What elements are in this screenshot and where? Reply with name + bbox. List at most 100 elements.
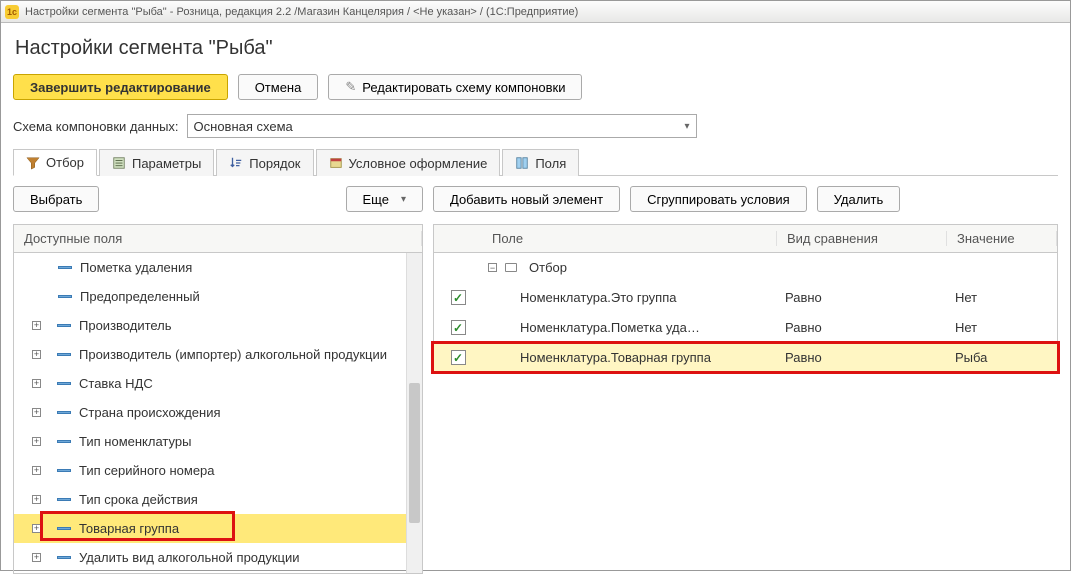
delete-button[interactable]: Удалить <box>817 186 901 212</box>
tab-order[interactable]: Порядок <box>216 149 313 176</box>
filter-icon <box>26 156 40 170</box>
field-label: Страна происхождения <box>79 405 221 420</box>
tabs: Отбор Параметры Порядок Условное оформле… <box>13 148 1058 176</box>
dropdown-icon: ▾ <box>685 121 690 132</box>
field-label: Предопределенный <box>80 289 200 304</box>
scrollbar-thumb[interactable] <box>409 383 420 523</box>
field-icon <box>57 469 71 472</box>
field-label: Производитель <box>79 318 172 333</box>
condition-group-row[interactable]: − Отбор <box>434 253 1057 283</box>
expand-icon[interactable]: + <box>32 350 41 359</box>
expand-icon[interactable]: + <box>32 466 41 475</box>
row-checkbox[interactable]: ✓ <box>451 350 466 365</box>
available-field-row[interactable]: + Тип серийного номера <box>14 456 422 485</box>
field-icon <box>57 324 71 327</box>
cond-field: Номенклатура.Это группа <box>520 290 676 305</box>
field-icon <box>58 295 72 298</box>
cancel-button[interactable]: Отмена <box>238 74 319 100</box>
expand-icon[interactable]: + <box>32 321 41 330</box>
field-icon <box>57 498 71 501</box>
condition-row[interactable]: ✓ Номенклатура.Это группа Равно Нет <box>434 283 1057 313</box>
params-icon <box>112 156 126 170</box>
tab-format[interactable]: Условное оформление <box>316 149 501 176</box>
field-icon <box>57 556 71 559</box>
group-icon <box>505 263 517 272</box>
expand-icon[interactable]: + <box>32 379 41 388</box>
col-compare: Вид сравнения <box>777 231 947 246</box>
field-icon <box>57 440 71 443</box>
expand-icon[interactable]: + <box>32 408 41 417</box>
cond-value: Нет <box>955 320 977 335</box>
field-label: Ставка НДС <box>79 376 153 391</box>
available-field-row[interactable]: Пометка удаления <box>14 253 422 282</box>
cond-field: Номенклатура.Товарная группа <box>520 350 711 365</box>
edit-scheme-label: Редактировать схему компоновки <box>362 80 565 95</box>
field-icon <box>58 266 72 269</box>
tab-filter-label: Отбор <box>46 155 84 170</box>
window-title: Настройки сегмента "Рыба" - Розница, ред… <box>25 6 578 18</box>
add-element-button[interactable]: Добавить новый элемент <box>433 186 620 212</box>
expand-icon[interactable]: + <box>32 437 41 446</box>
field-label: Производитель (импортер) алкогольной про… <box>79 347 387 362</box>
finish-edit-button[interactable]: Завершить редактирование <box>13 74 228 100</box>
cond-value: Рыба <box>955 350 987 365</box>
cond-field: Номенклатура.Пометка уда… <box>520 320 700 335</box>
field-label: Тип номенклатуры <box>79 434 191 449</box>
fields-icon <box>515 156 529 170</box>
tab-fields-label: Поля <box>535 156 566 171</box>
row-checkbox[interactable]: ✓ <box>451 320 466 335</box>
field-label: Тип срока действия <box>79 492 198 507</box>
tab-params[interactable]: Параметры <box>99 149 214 176</box>
field-label: Пометка удаления <box>80 260 192 275</box>
condition-row[interactable]: ✓ Номенклатура.Пометка уда… Равно Нет <box>434 313 1057 343</box>
app-icon: 1c <box>5 5 19 19</box>
page-title: Настройки сегмента "Рыба" <box>15 37 1058 60</box>
expand-icon[interactable]: + <box>32 495 41 504</box>
expand-icon[interactable]: + <box>32 524 41 533</box>
available-field-row[interactable]: + Товарная группа <box>14 514 422 543</box>
available-field-row[interactable]: + Тип срока действия <box>14 485 422 514</box>
more-button-left[interactable]: Еще <box>346 186 423 212</box>
tab-format-label: Условное оформление <box>349 156 488 171</box>
tab-filter[interactable]: Отбор <box>13 149 97 176</box>
tab-params-label: Параметры <box>132 156 201 171</box>
cond-compare: Равно <box>785 350 822 365</box>
tab-order-label: Порядок <box>249 156 300 171</box>
available-field-row[interactable]: + Удалить вид алкогольной продукции <box>14 543 422 572</box>
field-label: Товарная группа <box>79 521 179 536</box>
cond-compare: Равно <box>785 320 822 335</box>
pencil-icon: ✎ <box>345 79 356 95</box>
cond-value: Нет <box>955 290 977 305</box>
left-grid-header: Доступные поля <box>14 231 422 246</box>
field-icon <box>57 382 71 385</box>
col-field: Поле <box>482 231 777 246</box>
schema-value: Основная схема <box>194 119 293 134</box>
collapse-icon[interactable]: − <box>488 263 497 272</box>
group-conditions-button[interactable]: Сгруппировать условия <box>630 186 807 212</box>
format-icon <box>329 156 343 170</box>
select-button[interactable]: Выбрать <box>13 186 99 212</box>
order-icon <box>229 156 243 170</box>
group-label: Отбор <box>529 260 567 275</box>
window-titlebar: 1c Настройки сегмента "Рыба" - Розница, … <box>1 1 1070 23</box>
cond-compare: Равно <box>785 290 822 305</box>
col-value: Значение <box>947 231 1057 246</box>
field-label: Удалить вид алкогольной продукции <box>79 550 300 565</box>
schema-select[interactable]: Основная схема ▾ <box>187 114 697 138</box>
available-field-row[interactable]: + Ставка НДС <box>14 369 422 398</box>
expand-icon[interactable]: + <box>32 553 41 562</box>
field-label: Тип серийного номера <box>79 463 215 478</box>
available-field-row[interactable]: Предопределенный <box>14 282 422 311</box>
condition-row[interactable]: ✓ Номенклатура.Товарная группа Равно Рыба <box>434 343 1057 373</box>
row-checkbox[interactable]: ✓ <box>451 290 466 305</box>
edit-scheme-button[interactable]: ✎ Редактировать схему компоновки <box>328 74 582 100</box>
field-icon <box>57 353 71 356</box>
scrollbar[interactable] <box>406 253 422 573</box>
field-icon <box>57 411 71 414</box>
available-field-row[interactable]: + Производитель (импортер) алкогольной пр… <box>14 340 422 369</box>
tab-fields[interactable]: Поля <box>502 149 579 176</box>
available-field-row[interactable]: + Страна происхождения <box>14 398 422 427</box>
available-field-row[interactable]: + Тип номенклатуры <box>14 427 422 456</box>
field-icon <box>57 527 71 530</box>
available-field-row[interactable]: + Производитель <box>14 311 422 340</box>
